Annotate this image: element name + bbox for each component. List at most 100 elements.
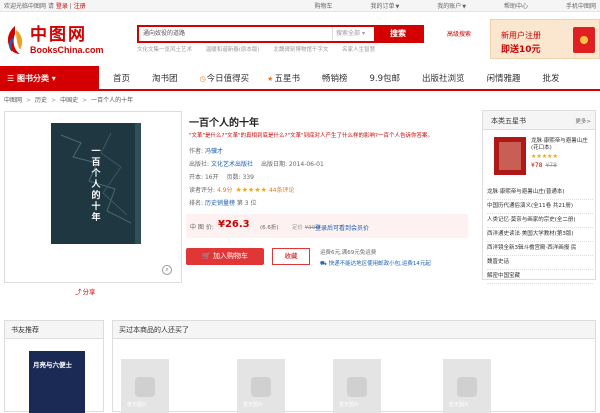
share-button[interactable]: ⤴分享 bbox=[75, 286, 96, 296]
promo-banner[interactable]: 新用户注册 即送10元 bbox=[490, 19, 600, 59]
search-button[interactable]: 搜索 bbox=[374, 27, 422, 41]
logo-en-text: BooksChina.com bbox=[30, 44, 104, 55]
list-item[interactable]: 解密中国宝藏 bbox=[487, 270, 593, 284]
hot-keyword[interactable]: 北魏碑刻博物馆千字文 bbox=[273, 47, 328, 53]
header: 中图网 BooksChina.com 通向奴役的道路 搜索全部 ▾ 搜索 高级搜… bbox=[0, 12, 600, 66]
hot-keyword[interactable]: 文化文集一览风土艺术 bbox=[137, 47, 192, 53]
chevron-down-icon: ▼ bbox=[395, 4, 400, 10]
logo-cn-text: 中图网 bbox=[30, 24, 87, 45]
account-link[interactable]: 我的账户▼ bbox=[419, 3, 466, 10]
advanced-search-link[interactable]: 高级搜索 bbox=[447, 29, 471, 38]
publisher-row: 出版社: 文化艺术出版社 出版日期: 2014-06-01 bbox=[189, 161, 324, 168]
cover-title: 一百个人的十年 bbox=[91, 147, 101, 223]
cart-icon: 🛒 bbox=[202, 252, 211, 260]
featured-price: ¥78 ¥78 bbox=[531, 162, 557, 169]
list-item[interactable]: 魏晋史话 bbox=[487, 256, 593, 270]
favorite-button[interactable]: 收藏 bbox=[272, 248, 310, 265]
rank-category-link[interactable]: 历史销量榜 bbox=[205, 200, 235, 207]
placeholder-icon bbox=[347, 377, 367, 397]
chevron-down-icon: ▾ bbox=[51, 74, 56, 83]
top-bar: 欢迎光临中图网 请 登录 | 注册 购物车 我的订单▼ 我的账户▼ 帮助中心 手… bbox=[0, 0, 600, 12]
nav-item-leisure[interactable]: 闲情雅趣 bbox=[487, 72, 521, 84]
hot-keyword[interactable]: 名家人生智慧 bbox=[342, 47, 375, 53]
featured-book-cover[interactable] bbox=[494, 137, 526, 175]
recommended-book-cover[interactable]: 月亮与六便士 bbox=[29, 351, 85, 413]
friend-recommend: 书友推荐 月亮与六便士 bbox=[4, 320, 104, 413]
nav-item-bestseller[interactable]: 畅销榜 bbox=[322, 72, 348, 84]
placeholder-icon bbox=[457, 377, 477, 397]
placeholder-icon bbox=[251, 377, 271, 397]
sidebar-title: 本类五星书 bbox=[491, 117, 526, 125]
reviews-link[interactable]: 44条评论 bbox=[269, 187, 295, 194]
nav-item-group[interactable]: 淘书团 bbox=[152, 72, 178, 84]
login-link[interactable]: 登录 bbox=[56, 3, 68, 10]
shipping-info: 运费6元,满69元免运费 bbox=[320, 250, 377, 256]
format-row: 开本: 16开 页数: 339 bbox=[189, 174, 254, 181]
recommended-book-title: 月亮与六便士 bbox=[33, 361, 72, 369]
list-item[interactable]: 中国历代通俗演义(全11卷 共21册) bbox=[487, 200, 593, 214]
top-links: 购物车 我的订单▼ 我的账户▼ 帮助中心 手机中图网 bbox=[279, 1, 596, 10]
red-envelope-icon bbox=[573, 27, 595, 53]
welcome-area: 欢迎光临中图网 请 登录 | 注册 bbox=[4, 1, 86, 10]
search-input[interactable]: 通向奴役的道路 bbox=[139, 27, 332, 41]
featured-stars-icon: ★★★★★ bbox=[531, 153, 558, 160]
nav-item-fivestar[interactable]: ★五星书 bbox=[267, 72, 300, 84]
category-menu-button[interactable]: ☰ 图书分类 ▾ bbox=[0, 66, 99, 91]
product-placeholder[interactable]: 暂无图片 bbox=[237, 359, 285, 413]
rating-score: 4.9分 bbox=[216, 187, 233, 194]
search-bar: 通向奴役的道路 搜索全部 ▾ 搜索 bbox=[137, 25, 424, 43]
publisher-link[interactable]: 文化艺术出版社 bbox=[211, 161, 253, 168]
author-row: 作者: 冯骥才 bbox=[189, 148, 223, 155]
search-category-select[interactable]: 搜索全部 ▾ bbox=[332, 27, 374, 41]
product-placeholder[interactable]: 暂无图片 bbox=[443, 359, 491, 413]
hot-keywords: 文化文集一览风土艺术 温暖和谐新春(原本版) 北魏碑刻博物馆千字文 名家人生智慧 bbox=[137, 45, 387, 53]
star-icon: ★ bbox=[267, 74, 274, 83]
help-link[interactable]: 帮助中心 bbox=[486, 3, 528, 10]
member-price-link[interactable]: 登录后可看到会员价 bbox=[315, 223, 369, 232]
author-link[interactable]: 冯骥才 bbox=[205, 148, 223, 155]
rating-row: 读者评分: 4.9分 ★★★★★ 44条评论 bbox=[189, 186, 295, 194]
cart-link[interactable]: 购物车 bbox=[297, 3, 333, 10]
breadcrumb-item[interactable]: 历史 bbox=[35, 97, 47, 104]
menu-icon: ☰ bbox=[7, 74, 15, 83]
add-to-cart-button[interactable]: 🛒 加入购物车 bbox=[186, 248, 264, 265]
list-item[interactable]: 龙脉·康熙帝与避暑山庄(普通本) bbox=[487, 186, 593, 200]
product-placeholder[interactable]: 暂无图片 bbox=[333, 359, 381, 413]
featured-book-name[interactable]: 龙脉·康熙帝与避暑山庄(花口本) bbox=[531, 138, 595, 152]
section-title: 买过本商品的人还买了 bbox=[113, 321, 595, 339]
list-item[interactable]: 西洋镜全新3辑斗檐宫殿·西洋画报 民 bbox=[487, 242, 593, 256]
nav-item-wholesale[interactable]: 批发 bbox=[543, 72, 560, 84]
breadcrumb-item[interactable]: 中国史 bbox=[60, 97, 78, 104]
site-logo[interactable]: 中图网 BooksChina.com bbox=[4, 24, 104, 56]
list-item[interactable]: 人类记忆·莫奈与画家的宗史(全二册) bbox=[487, 214, 593, 228]
register-link[interactable]: 注册 bbox=[74, 3, 86, 10]
mobile-link[interactable]: 手机中图网 bbox=[548, 3, 596, 10]
discount: (6.6折) bbox=[260, 225, 279, 231]
product-title: 一百个人的十年 bbox=[189, 118, 259, 129]
product-image-box: 一百个人的十年 ⌕ bbox=[4, 111, 182, 283]
product-placeholder[interactable]: 暂无图片 bbox=[121, 359, 169, 413]
promo-line1: 新用户注册 bbox=[501, 31, 541, 40]
nav-item-home[interactable]: 首页 bbox=[113, 72, 130, 84]
sidebar-more-link[interactable]: 更多> bbox=[575, 117, 591, 125]
breadcrumb-item[interactable]: 中图网 bbox=[4, 97, 22, 104]
sidebar-list: 龙脉·康熙帝与避暑山庄(普通本) 中国历代通俗演义(全11卷 共21册) 人类记… bbox=[487, 186, 593, 284]
nav-item-today[interactable]: ◷今日值得买 bbox=[200, 72, 250, 84]
price-label: 中 图 价: bbox=[190, 224, 214, 231]
main-nav: ☰ 图书分类 ▾ 首页 淘书团 ◷今日值得买 ★五星书 畅销榜 9.9包邮 出版… bbox=[0, 66, 600, 91]
breadcrumb-current: 一百个人的十年 bbox=[91, 97, 134, 104]
zoom-icon[interactable]: ⌕ bbox=[162, 265, 172, 275]
book-cover[interactable]: 一百个人的十年 bbox=[51, 123, 141, 244]
nav-item-publisher[interactable]: 出版社浏览 bbox=[422, 72, 465, 84]
also-bought: 买过本商品的人还买了 暂无图片 暂无图片 暂无图片 暂无图片 bbox=[112, 320, 596, 413]
shipping-note: ⛟ 快递不能达地区使用邮政小包,运费14元起 bbox=[320, 261, 431, 267]
orders-link[interactable]: 我的订单▼ bbox=[352, 3, 399, 10]
hot-keyword[interactable]: 温暖和谐新春(原本版) bbox=[206, 47, 260, 53]
list-item[interactable]: 西洋通史读法·美国大学教材(第3版) bbox=[487, 228, 593, 242]
section-title: 书友推荐 bbox=[5, 321, 103, 339]
welcome-text: 欢迎光临中图网 请 bbox=[4, 3, 54, 10]
rank-row: 排名: 历史销量榜 第 3 位 bbox=[189, 200, 257, 207]
five-star-sidebar: 本类五星书 更多> 龙脉·康熙帝与避暑山庄(花口本) ★★★★★ ¥78 ¥78 … bbox=[482, 110, 596, 284]
product-subtitle: "文革"是什么?"文革"的真相到底是什么?"文革"到底对人产生了什么样的影响?一… bbox=[189, 133, 433, 139]
nav-item-99[interactable]: 9.9包邮 bbox=[369, 72, 400, 84]
